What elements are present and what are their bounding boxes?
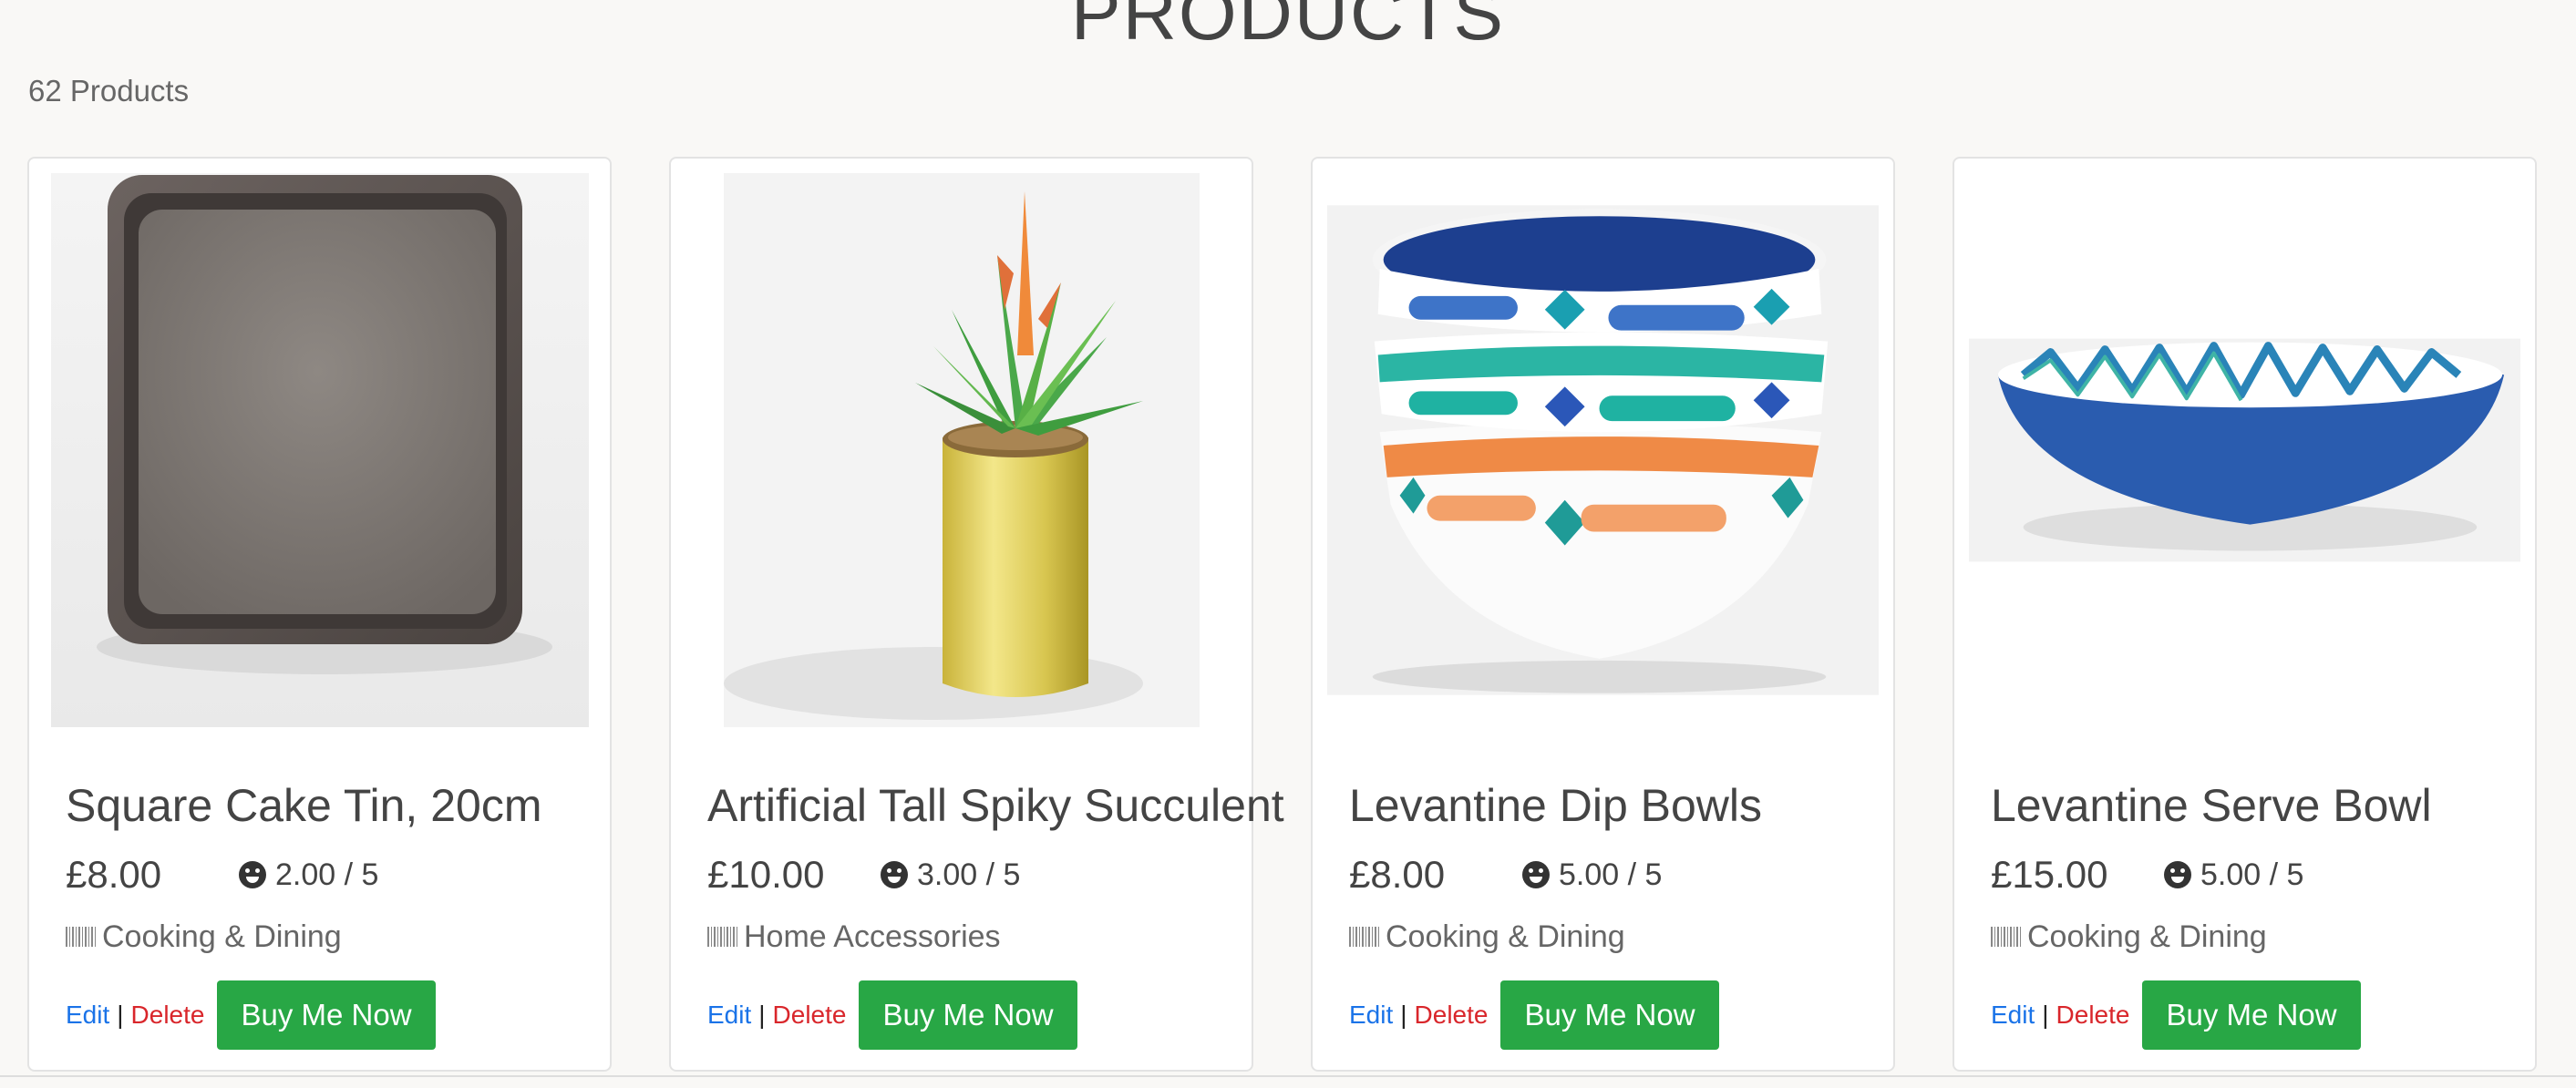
product-price: £8.00 (1349, 853, 1446, 896)
smile-icon (239, 861, 266, 888)
product-image[interactable] (1327, 173, 1879, 727)
buy-me-now-button[interactable]: Buy Me Now (1500, 980, 1719, 1050)
barcode-icon (1991, 927, 2022, 947)
product-image[interactable] (44, 173, 595, 727)
price-rating-row: £8.00 5.00 / 5 (1349, 849, 1875, 900)
serve-bowl-image (1969, 338, 2520, 562)
action-separator: | (758, 1001, 766, 1029)
action-separator: | (2042, 1001, 2049, 1029)
category-label: Home Accessories (744, 919, 1001, 954)
rating-value: 3.00 / 5 (917, 857, 1021, 892)
smile-icon (2164, 861, 2191, 888)
product-details: Square Cake Tin, 20cm £8.00 2.00 / 5 Coo… (66, 778, 592, 1050)
product-price: £8.00 (66, 853, 162, 896)
product-count: 62 Products (28, 74, 190, 108)
product-name[interactable]: Levantine Serve Bowl (1991, 778, 2517, 833)
buy-me-now-button[interactable]: Buy Me Now (2142, 980, 2361, 1050)
product-price: £15.00 (1991, 853, 2108, 896)
page-divider (0, 1075, 2576, 1077)
price-rating-row: £15.00 5.00 / 5 (1991, 849, 2517, 900)
price-rating-row: £8.00 2.00 / 5 (66, 849, 592, 900)
product-card: Levantine Dip Bowls £8.00 5.00 / 5 Cooki… (1311, 157, 1895, 1072)
barcode-icon (66, 927, 97, 947)
stacked-dip-bowls-image (1327, 205, 1879, 695)
product-rating: 5.00 / 5 (2164, 857, 2303, 893)
product-actions: Edit | Delete Buy Me Now (1991, 980, 2517, 1050)
delete-link[interactable]: Delete (1415, 1001, 1489, 1030)
rating-value: 5.00 / 5 (2200, 857, 2304, 892)
category-label: Cooking & Dining (1386, 919, 1625, 954)
product-image[interactable] (685, 173, 1237, 727)
edit-link[interactable]: Edit (707, 1001, 751, 1030)
square-cake-tin-image (50, 173, 589, 727)
product-image[interactable] (1969, 173, 2520, 727)
rating-value: 2.00 / 5 (275, 857, 379, 892)
product-name[interactable]: Square Cake Tin, 20cm (66, 778, 592, 833)
product-category: Cooking & Dining (1991, 917, 2517, 957)
product-card: Artificial Tall Spiky Succulent £10.00 3… (669, 157, 1284, 1072)
product-details: Artificial Tall Spiky Succulent £10.00 3… (707, 778, 1284, 1050)
barcode-icon (707, 927, 738, 947)
product-category: Cooking & Dining (1349, 917, 1875, 957)
page-title: PRODUCTS (1070, 0, 1506, 56)
product-category: Cooking & Dining (66, 917, 592, 957)
product-details: Levantine Serve Bowl £15.00 5.00 / 5 Coo… (1991, 778, 2517, 1050)
smile-icon (1522, 861, 1550, 888)
action-separator: | (117, 1001, 124, 1029)
smile-icon (881, 861, 908, 888)
product-name[interactable]: Artificial Tall Spiky Succulent (707, 778, 1284, 833)
product-rating: 3.00 / 5 (881, 857, 1020, 893)
product-actions: Edit | Delete Buy Me Now (1349, 980, 1875, 1050)
product-price: £10.00 (707, 853, 825, 896)
product-rating: 5.00 / 5 (1522, 857, 1662, 893)
delete-link[interactable]: Delete (773, 1001, 847, 1030)
buy-me-now-button[interactable]: Buy Me Now (217, 980, 436, 1050)
buy-me-now-button[interactable]: Buy Me Now (859, 980, 1077, 1050)
product-grid: Square Cake Tin, 20cm £8.00 2.00 / 5 Coo… (27, 157, 2549, 1088)
product-card: Levantine Serve Bowl £15.00 5.00 / 5 Coo… (1953, 157, 2537, 1072)
delete-link[interactable]: Delete (2056, 1001, 2130, 1030)
product-actions: Edit | Delete Buy Me Now (66, 980, 592, 1050)
rating-value: 5.00 / 5 (1559, 857, 1663, 892)
edit-link[interactable]: Edit (66, 1001, 109, 1030)
barcode-icon (1349, 927, 1380, 947)
product-name[interactable]: Levantine Dip Bowls (1349, 778, 1875, 833)
product-card: Square Cake Tin, 20cm £8.00 2.00 / 5 Coo… (27, 157, 612, 1072)
product-rating: 2.00 / 5 (239, 857, 378, 893)
price-rating-row: £10.00 3.00 / 5 (707, 849, 1233, 900)
succulent-plant-image (723, 173, 1200, 727)
edit-link[interactable]: Edit (1991, 1001, 2035, 1030)
products-page: PRODUCTS 62 Products Square Cake Tin, 20… (0, 0, 2576, 1088)
edit-link[interactable]: Edit (1349, 1001, 1393, 1030)
delete-link[interactable]: Delete (131, 1001, 205, 1030)
category-label: Cooking & Dining (2027, 919, 2267, 954)
product-details: Levantine Dip Bowls £8.00 5.00 / 5 Cooki… (1349, 778, 1875, 1050)
product-actions: Edit | Delete Buy Me Now (707, 980, 1233, 1050)
action-separator: | (1400, 1001, 1407, 1029)
category-label: Cooking & Dining (102, 919, 342, 954)
product-category: Home Accessories (707, 917, 1233, 957)
